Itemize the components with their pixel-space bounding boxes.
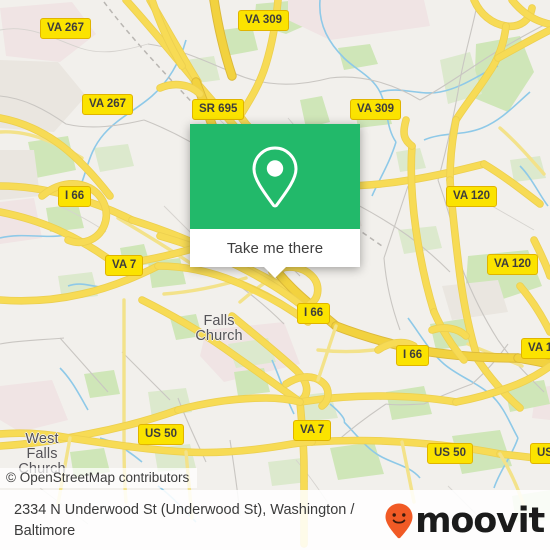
road-shield-va-267-a: VA 267 [40, 18, 92, 39]
footer-bar: 2334 N Underwood St (Underwood St), Wash… [0, 490, 550, 550]
road-shield-va-309-b: VA 309 [350, 99, 402, 120]
road-shield-i-66-a: I 66 [58, 186, 92, 207]
map-attribution[interactable]: © OpenStreetMap contributors [0, 468, 198, 488]
road-shield-va-7-b: VA 7 [293, 420, 332, 441]
address-text: 2334 N Underwood St (Underwood St), Wash… [14, 502, 355, 539]
road-shield-va-120-a: VA 120 [446, 186, 498, 207]
road-shield-i-66-b: I 66 [297, 303, 331, 324]
moovit-wordmark: moovit [415, 500, 545, 541]
location-pin-icon [252, 145, 298, 208]
map-screen: .park { fill:#cfe6b8; } .park2 { fill:#d… [0, 0, 550, 550]
callout-pin-area [190, 124, 360, 229]
location-callout-card[interactable]: Take me there [190, 124, 360, 278]
moovit-logo[interactable]: moovit [384, 500, 545, 541]
road-shield-va-309-a: VA 309 [238, 10, 290, 31]
callout-tail-icon [264, 267, 286, 278]
road-shield-sr-695: SR 695 [192, 99, 245, 120]
take-me-there-button[interactable]: Take me there [190, 229, 360, 278]
moovit-pin-icon [385, 503, 413, 539]
road-shield-us-50-b: US 50 [427, 443, 473, 464]
road-shield-va-267-b: VA 267 [82, 94, 134, 115]
road-shield-us-50-c: US [530, 443, 550, 464]
road-shield-va-120-b: VA 120 [487, 254, 539, 275]
road-shield-va-120-c: VA 12 [521, 338, 550, 359]
road-shield-i-66-c: I 66 [396, 345, 430, 366]
road-shield-va-7-a: VA 7 [105, 255, 144, 276]
road-shield-us-50-a: US 50 [138, 424, 184, 445]
take-me-there-label: Take me there [226, 239, 324, 257]
